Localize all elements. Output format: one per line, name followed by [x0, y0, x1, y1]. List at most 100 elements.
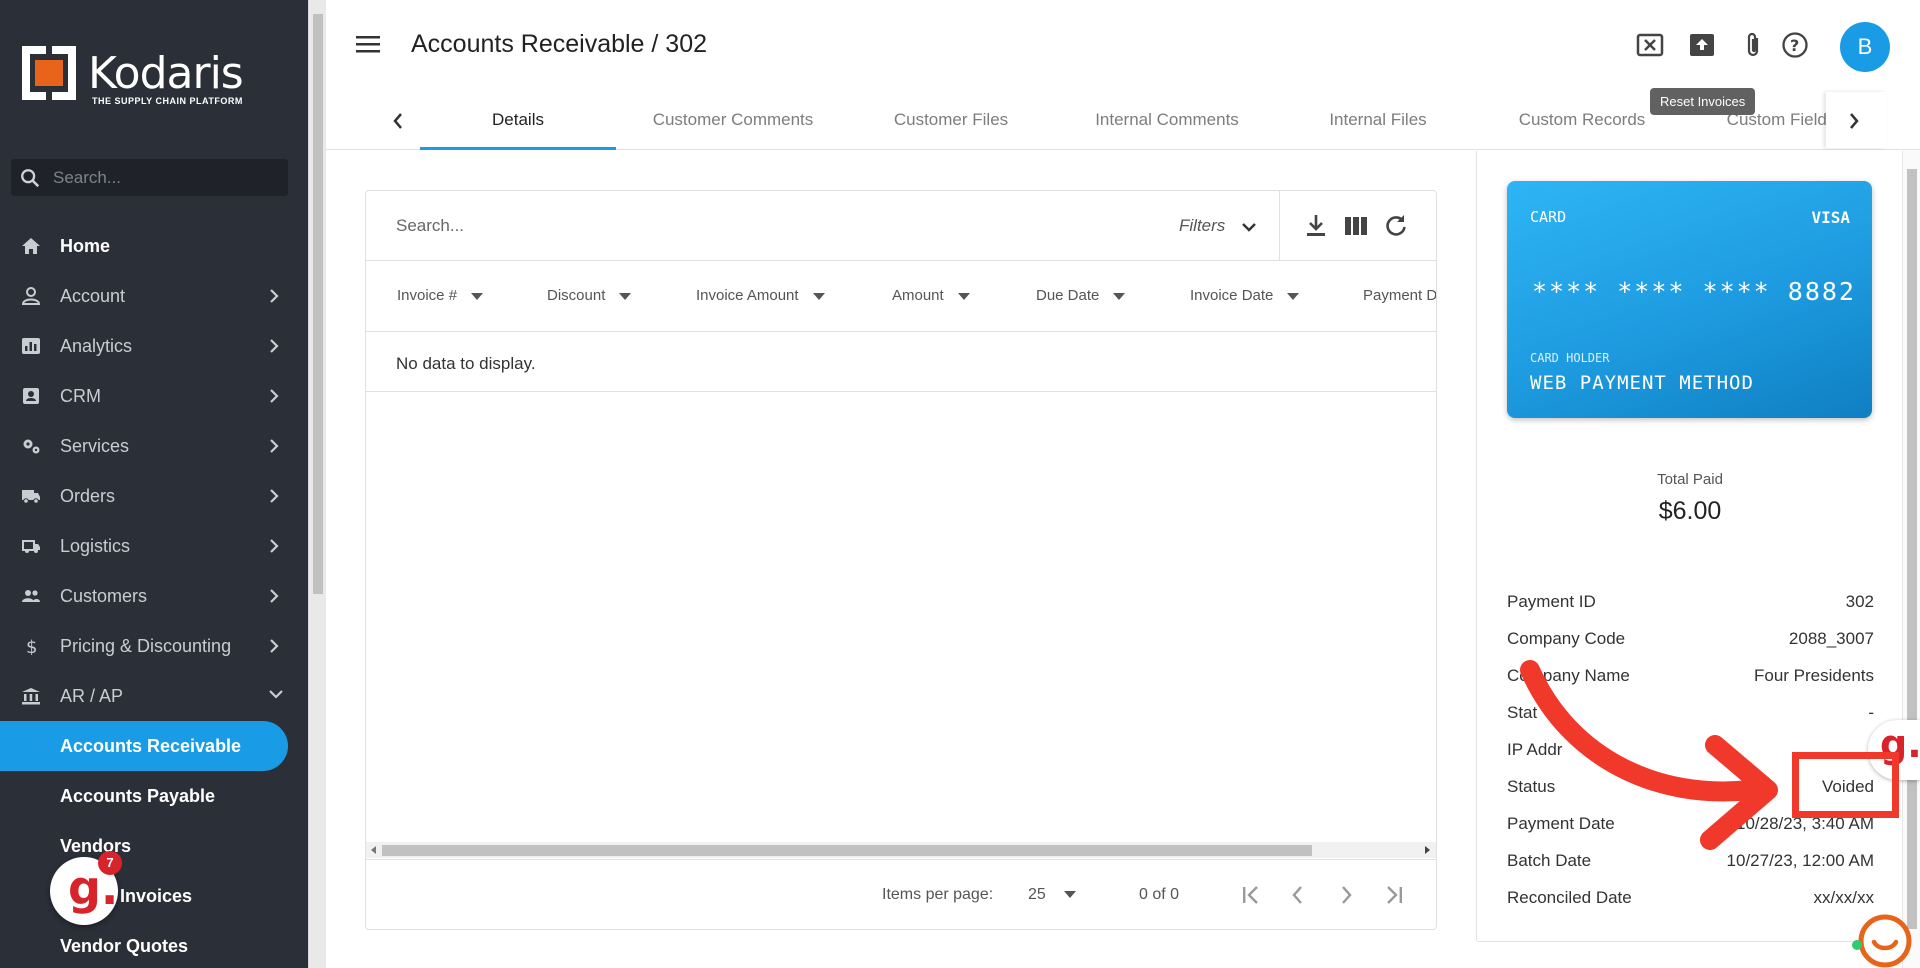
- notification-count-badge: 7: [98, 851, 122, 875]
- filters-button[interactable]: Filters: [1179, 216, 1258, 236]
- column-label: Invoice Date: [1190, 287, 1274, 304]
- sidebar-item-ar-ap[interactable]: AR / AP: [0, 671, 308, 721]
- sidebar-item-accounts-receivable[interactable]: Accounts Receivable: [0, 721, 288, 771]
- sidebar-item-label: Vendors: [60, 835, 132, 856]
- field-value: 2088_3007: [1788, 629, 1874, 648]
- payment-card: CARD VISA **** **** **** 8882 CARD HOLDE…: [1507, 181, 1872, 418]
- tab-internal-comments[interactable]: Internal Comments: [1061, 92, 1273, 150]
- sidebar-search-input[interactable]: [53, 167, 253, 188]
- column-invoice-amount[interactable]: Invoice Amount: [696, 287, 825, 304]
- tab-scroll-left-icon[interactable]: [390, 110, 406, 132]
- paperclip-icon[interactable]: [1738, 30, 1768, 60]
- grid-search-input[interactable]: [396, 216, 896, 236]
- bank-icon: [22, 688, 40, 705]
- sidebar-item-account[interactable]: Account: [0, 271, 308, 321]
- items-per-page-select[interactable]: 25: [1028, 886, 1077, 904]
- user-avatar[interactable]: B: [1840, 22, 1890, 72]
- gears-icon: [23, 439, 40, 454]
- reset-invoices-tooltip: Reset Invoices: [1650, 88, 1756, 115]
- card-number: **** **** **** 8882: [1532, 277, 1856, 306]
- annotation-arrow: [1520, 660, 1778, 850]
- field-label: Reconciled Date: [1507, 888, 1632, 907]
- column-label: Invoice #: [397, 287, 458, 304]
- kodaris-logo[interactable]: Kodaris THE SUPPLY CHAIN PLATFORM: [22, 44, 262, 106]
- chevron-down-icon: [1242, 222, 1256, 232]
- next-page-icon[interactable]: [1336, 884, 1356, 906]
- sidebar-item-vendors[interactable]: Vendors: [0, 821, 308, 871]
- items-per-page-label: Items per page:: [882, 886, 994, 903]
- hamburger-menu-icon[interactable]: [356, 33, 382, 55]
- column-discount[interactable]: Discount: [547, 287, 632, 304]
- group-icon: [22, 590, 40, 602]
- sidebar-item-label: Invoices: [120, 885, 193, 906]
- kodaris-logo-icon: [22, 46, 76, 100]
- panel-scrollbar[interactable]: [1902, 151, 1920, 968]
- panel-scrollbar-thumb[interactable]: [1907, 169, 1917, 929]
- sidebar-item-customers[interactable]: Customers: [0, 571, 308, 621]
- column-label: Due Date: [1036, 287, 1100, 304]
- paginator: Items per page: 25 0 of 0: [366, 859, 1436, 929]
- field-payment-id: Payment ID 302: [1507, 592, 1874, 614]
- analytics-icon: [22, 338, 40, 354]
- previous-page-icon[interactable]: [1288, 884, 1308, 906]
- chevron-right-icon: [270, 289, 279, 303]
- card-holder-name: WEB PAYMENT METHOD: [1530, 372, 1754, 394]
- sidebar-item-label: Account: [60, 285, 126, 306]
- chat-icon[interactable]: [1852, 908, 1912, 968]
- sidebar-item-home[interactable]: Home: [0, 221, 308, 271]
- sidebar-item-label: Accounts Payable: [60, 785, 216, 806]
- column-label: Discount: [547, 287, 606, 304]
- tab-details[interactable]: Details: [420, 92, 616, 150]
- sidebar-item-accounts-payable[interactable]: Accounts Payable: [0, 771, 308, 821]
- status-highlight-box: [1792, 752, 1899, 818]
- column-amount[interactable]: Amount: [892, 287, 970, 304]
- svg-text:$: $: [26, 637, 37, 655]
- tab-customer-comments[interactable]: Customer Comments: [626, 92, 840, 150]
- chevron-right-icon: [270, 539, 279, 553]
- grid-toolbar: Filters: [366, 191, 1436, 261]
- sidebar-item-label: Accounts Receivable: [60, 735, 242, 756]
- guide-widget-button[interactable]: g. 7: [50, 851, 122, 925]
- dropdown-caret-icon: [1064, 891, 1077, 899]
- download-icon[interactable]: [1304, 213, 1328, 239]
- field-reconciled-date: Reconciled Date xx/xx/xx: [1507, 888, 1874, 910]
- sidebar-item-logistics[interactable]: Logistics: [0, 521, 308, 571]
- columns-icon[interactable]: [1343, 214, 1369, 238]
- column-due-date[interactable]: Due Date: [1036, 287, 1126, 304]
- close-box-icon[interactable]: [1635, 30, 1665, 60]
- card-holder-label: CARD HOLDER: [1530, 351, 1610, 365]
- sidebar-item-crm[interactable]: CRM: [0, 371, 308, 421]
- grid-scrollbar-thumb[interactable]: [382, 845, 1312, 856]
- sidebar-item-label: Logistics: [60, 535, 131, 556]
- sidebar-item-label: CRM: [60, 385, 101, 406]
- tab-internal-files[interactable]: Internal Files: [1288, 92, 1468, 150]
- reset-invoices-icon[interactable]: [1687, 30, 1717, 60]
- column-invoice-date[interactable]: Invoice Date: [1190, 287, 1300, 304]
- sidebar-item-orders[interactable]: Orders: [0, 471, 308, 521]
- sidebar-scrollbar-thumb[interactable]: [313, 14, 323, 594]
- scroll-left-icon[interactable]: [370, 846, 378, 854]
- help-icon[interactable]: ?: [1780, 30, 1810, 60]
- sort-caret-icon: [471, 292, 484, 300]
- sidebar-item-pricing[interactable]: $ Pricing & Discounting: [0, 621, 308, 671]
- sidebar-item-invoices[interactable]: Invoices: [0, 871, 308, 921]
- first-page-icon[interactable]: [1239, 884, 1263, 906]
- column-payment-date[interactable]: Payment D: [1363, 287, 1436, 304]
- invoice-grid: Filters Invoice # Discount Invoice Amoun…: [365, 190, 1437, 930]
- sidebar-scrollbar[interactable]: [308, 0, 326, 968]
- page-range: 0 of 0: [1139, 886, 1180, 903]
- refresh-icon[interactable]: [1383, 213, 1409, 239]
- grid-horizontal-scrollbar[interactable]: [366, 842, 1436, 858]
- field-value: xx/xx/xx: [1813, 888, 1874, 907]
- sidebar-item-services[interactable]: Services: [0, 421, 308, 471]
- tab-customer-files[interactable]: Customer Files: [856, 92, 1046, 150]
- column-invoice-number[interactable]: Invoice #: [397, 287, 484, 304]
- panel-divider: [1477, 941, 1903, 942]
- brand-tagline: THE SUPPLY CHAIN PLATFORM: [92, 96, 243, 106]
- toolbar-divider: [1279, 191, 1280, 261]
- sidebar-item-analytics[interactable]: Analytics: [0, 321, 308, 371]
- scroll-right-icon[interactable]: [1423, 846, 1431, 854]
- tab-scroll-right-icon[interactable]: [1846, 110, 1862, 132]
- last-page-icon[interactable]: [1382, 884, 1406, 906]
- sidebar-item-vendor-quotes[interactable]: Vendor Quotes: [0, 921, 308, 968]
